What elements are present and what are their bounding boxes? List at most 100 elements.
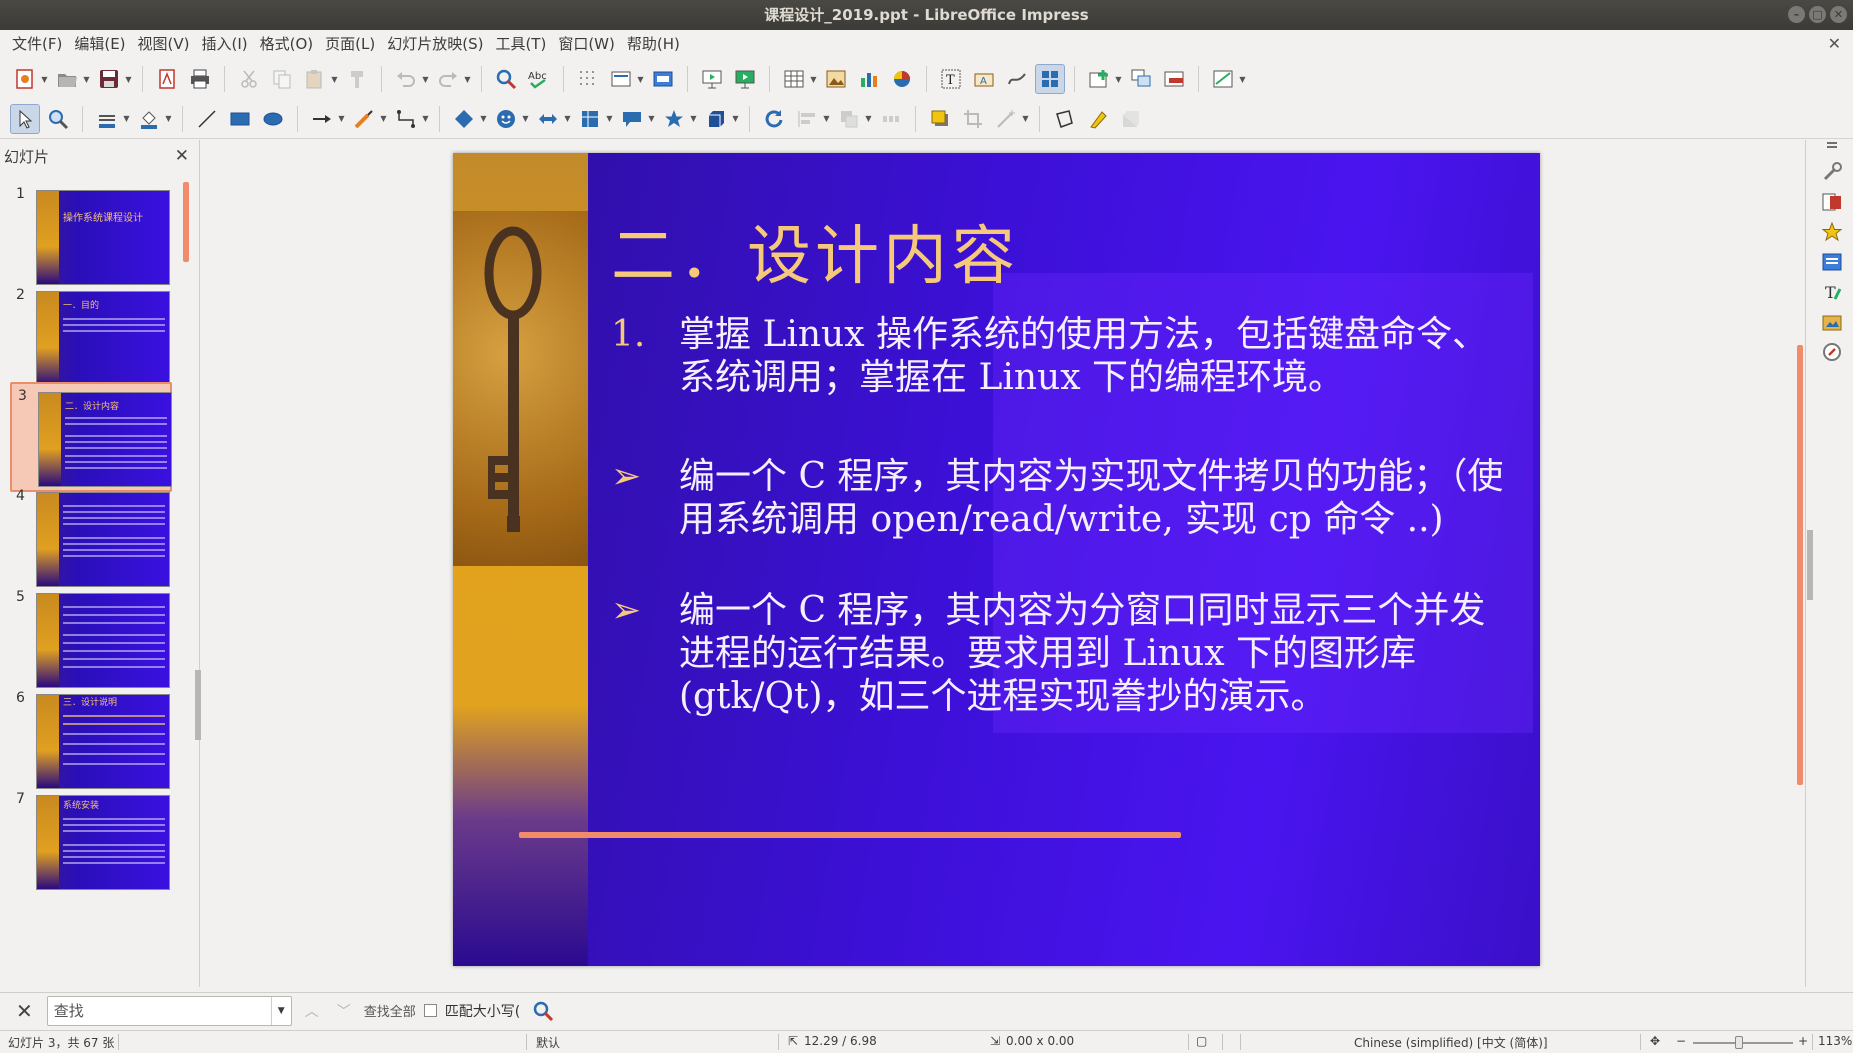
callouts-icon[interactable] bbox=[617, 104, 647, 134]
maximize-button[interactable]: □ bbox=[1809, 6, 1826, 23]
lines-arrows-icon[interactable] bbox=[307, 104, 337, 134]
flowchart-dropdown-icon[interactable]: ▼ bbox=[605, 104, 614, 134]
curves-polygons-icon[interactable] bbox=[349, 104, 379, 134]
points-icon[interactable] bbox=[1049, 104, 1079, 134]
show-draw-functions-icon[interactable] bbox=[1002, 64, 1032, 94]
slide-thumbnail-2[interactable]: 2 一．目的 bbox=[10, 283, 172, 393]
find-history-dropdown-icon[interactable]: ▼ bbox=[270, 996, 291, 1025]
undo-icon[interactable] bbox=[391, 64, 421, 94]
menu-slideshow[interactable]: 幻灯片放映(S) bbox=[381, 30, 489, 59]
menu-insert[interactable]: 插入(I) bbox=[196, 30, 254, 59]
align-icon[interactable] bbox=[792, 104, 822, 134]
connectors-dropdown-icon[interactable]: ▼ bbox=[421, 104, 430, 134]
line-color-icon[interactable] bbox=[92, 104, 122, 134]
find-replace-icon[interactable] bbox=[491, 64, 521, 94]
minimize-button[interactable]: – bbox=[1788, 6, 1805, 23]
fit-slide-icon[interactable]: ✥ bbox=[1650, 1034, 1660, 1048]
slide-thumbnail-6[interactable]: 6 三．设计说明 bbox=[10, 686, 172, 796]
3d-objects-dropdown-icon[interactable]: ▼ bbox=[731, 104, 740, 134]
new-dropdown-icon[interactable]: ▼ bbox=[40, 64, 49, 94]
symbol-shapes-dropdown-icon[interactable]: ▼ bbox=[521, 104, 530, 134]
arrange-icon[interactable] bbox=[834, 104, 864, 134]
slide-thumbnail-5[interactable]: 5 bbox=[10, 585, 172, 695]
new-document-icon[interactable] bbox=[10, 64, 40, 94]
3d-objects-icon[interactable] bbox=[701, 104, 731, 134]
zoom-pan-icon[interactable] bbox=[43, 104, 73, 134]
zoom-out-icon[interactable]: − bbox=[1676, 1034, 1686, 1048]
align-dropdown-icon[interactable]: ▼ bbox=[822, 104, 831, 134]
slide-layout-dropdown-icon[interactable]: ▼ bbox=[1238, 64, 1247, 94]
menu-window[interactable]: 窗口(W) bbox=[552, 30, 621, 59]
fill-color-icon[interactable] bbox=[134, 104, 164, 134]
zoom-slider-knob[interactable] bbox=[1735, 1036, 1743, 1049]
menu-help[interactable]: 帮助(H) bbox=[621, 30, 686, 59]
open-folder-icon[interactable] bbox=[52, 64, 82, 94]
new-slide-icon[interactable] bbox=[1084, 64, 1114, 94]
menu-edit[interactable]: 编辑(E) bbox=[68, 30, 131, 59]
insert-table-icon[interactable] bbox=[779, 64, 809, 94]
find-input[interactable] bbox=[47, 997, 271, 1024]
close-window-button[interactable]: ✕ bbox=[1830, 6, 1847, 23]
new-slide-dropdown-icon[interactable]: ▼ bbox=[1114, 64, 1123, 94]
zoom-slider[interactable] bbox=[1693, 1042, 1793, 1044]
insert-fontwork-icon[interactable]: A bbox=[969, 64, 999, 94]
sidebar-resize-handle[interactable] bbox=[1807, 530, 1813, 600]
bullet-item[interactable]: ➢ 编一个 C 程序，其内容为分窗口同时显示三个并发进程的运行结果。要求用到 L… bbox=[611, 589, 1511, 718]
master-slide-name[interactable]: 默认 bbox=[536, 1034, 560, 1051]
basic-shapes-icon[interactable] bbox=[449, 104, 479, 134]
glue-points-icon[interactable] bbox=[1082, 104, 1112, 134]
connectors-icon[interactable] bbox=[391, 104, 421, 134]
bullet-item[interactable]: 1. 掌握 Linux 操作系统的使用方法，包括键盘命令、系统调用；掌握在 Li… bbox=[611, 313, 1511, 399]
curves-dropdown-icon[interactable]: ▼ bbox=[379, 104, 388, 134]
master-slide-icon[interactable] bbox=[648, 64, 678, 94]
slides-pane-scrollbar[interactable] bbox=[183, 182, 189, 262]
paste-icon[interactable] bbox=[300, 64, 330, 94]
block-arrows-icon[interactable] bbox=[533, 104, 563, 134]
insert-media-icon[interactable] bbox=[887, 64, 917, 94]
redo-icon[interactable] bbox=[433, 64, 463, 94]
slide-thumbnail-7[interactable]: 7 系统安装 bbox=[10, 787, 172, 897]
language-indicator[interactable]: Chinese (simplified) [中文 (简体)] bbox=[1354, 1034, 1548, 1051]
sidebar-menu-icon[interactable] bbox=[1818, 132, 1846, 160]
insert-chart-icon[interactable] bbox=[854, 64, 884, 94]
horizontal-scrollbar[interactable] bbox=[519, 832, 1181, 838]
zoom-level[interactable]: 113% bbox=[1818, 1034, 1852, 1048]
fill-color-dropdown-icon[interactable]: ▼ bbox=[164, 104, 173, 134]
lines-arrows-dropdown-icon[interactable]: ▼ bbox=[337, 104, 346, 134]
slide-title[interactable]: 二．设计内容 bbox=[611, 205, 1019, 297]
find-previous-icon[interactable]: ︿ bbox=[300, 999, 324, 1023]
find-all-button[interactable]: 查找全部 bbox=[364, 1001, 416, 1020]
insert-text-box-icon[interactable]: T bbox=[936, 64, 966, 94]
grid-icon[interactable] bbox=[573, 64, 603, 94]
animation-icon[interactable] bbox=[1818, 218, 1846, 246]
arrange-dropdown-icon[interactable]: ▼ bbox=[864, 104, 873, 134]
export-pdf-icon[interactable] bbox=[152, 64, 182, 94]
styles-icon[interactable]: T bbox=[1818, 278, 1846, 306]
cut-icon[interactable] bbox=[234, 64, 264, 94]
slide-editing-area[interactable]: 二．设计内容 1. 掌握 Linux 操作系统的使用方法，包括键盘命令、系统调用… bbox=[201, 140, 1805, 987]
duplicate-slide-icon[interactable] bbox=[1126, 64, 1156, 94]
save-dropdown-icon[interactable]: ▼ bbox=[124, 64, 133, 94]
menu-format[interactable]: 格式(O) bbox=[254, 30, 320, 59]
slide-layout-icon[interactable] bbox=[1208, 64, 1238, 94]
line-color-dropdown-icon[interactable]: ▼ bbox=[122, 104, 131, 134]
zoom-in-icon[interactable]: + bbox=[1798, 1034, 1808, 1048]
match-case-checkbox[interactable] bbox=[423, 1004, 437, 1017]
distribute-icon[interactable] bbox=[876, 104, 906, 134]
display-views-dropdown-icon[interactable]: ▼ bbox=[636, 64, 645, 94]
close-pane-icon[interactable]: ✕ bbox=[175, 146, 189, 166]
current-slide[interactable]: 二．设计内容 1. 掌握 Linux 操作系统的使用方法，包括键盘命令、系统调用… bbox=[453, 153, 1540, 966]
clone-formatting-icon[interactable] bbox=[342, 64, 372, 94]
callouts-dropdown-icon[interactable]: ▼ bbox=[647, 104, 656, 134]
stars-dropdown-icon[interactable]: ▼ bbox=[689, 104, 698, 134]
rotate-icon[interactable] bbox=[759, 104, 789, 134]
key-image[interactable] bbox=[453, 211, 588, 566]
block-arrows-dropdown-icon[interactable]: ▼ bbox=[563, 104, 572, 134]
document-modified-icon[interactable]: ▢ bbox=[1196, 1034, 1207, 1048]
properties-icon[interactable] bbox=[1818, 158, 1846, 186]
print-icon[interactable] bbox=[185, 64, 215, 94]
toggle-slide-view-icon[interactable] bbox=[1035, 64, 1065, 94]
vertical-scrollbar[interactable] bbox=[1797, 345, 1803, 785]
slide-thumbnail-list[interactable]: 1 操作系统课程设计 2 一．目的 3 二．设计内容 4 5 6 三．设计说明 … bbox=[0, 182, 182, 982]
filter-dropdown-icon[interactable]: ▼ bbox=[1021, 104, 1030, 134]
